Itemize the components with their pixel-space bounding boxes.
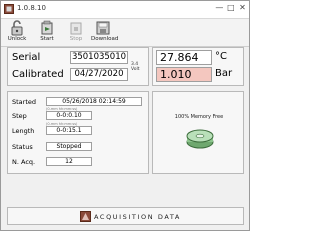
nacq-label: N. Acq. xyxy=(12,158,36,166)
length-label: Length xyxy=(12,127,35,135)
maximize-button[interactable]: □ xyxy=(226,3,235,12)
pressure-unit: Bar xyxy=(215,68,233,79)
download-label: Download xyxy=(91,36,119,42)
acquisition-panel: Started 05/26/2018 02:14:59 Step (0-mm h… xyxy=(7,91,149,174)
download-icon xyxy=(96,21,110,35)
started-label: Started xyxy=(12,98,37,106)
step-label: Step xyxy=(12,112,27,120)
stop-icon xyxy=(70,22,82,35)
stop-label: Stop xyxy=(69,36,83,42)
readings-panel: 27.864 °C 1.010 Bar xyxy=(152,47,244,86)
unlock-icon xyxy=(11,20,23,36)
start-icon xyxy=(41,20,53,35)
started-field[interactable]: 05/26/2018 02:14:59 xyxy=(46,97,142,106)
footer-text: ACQUISITION DATA xyxy=(94,213,181,221)
serial-label: Serial xyxy=(12,52,41,63)
status-value: Stopped xyxy=(46,142,92,151)
serial-value: 3501035010 xyxy=(70,51,128,64)
temperature-value: 27.864 xyxy=(156,50,212,65)
memory-free-text: 100% Memory Free xyxy=(174,114,224,120)
status-label: Status xyxy=(12,143,33,151)
footer-panel: ACQUISITION DATA xyxy=(7,207,244,225)
toolbar: Unlock Start Stop Download xyxy=(1,19,249,47)
calibrated-value: 04/27/2020 xyxy=(70,68,128,81)
start-button[interactable]: Start xyxy=(35,20,59,45)
memory-panel: 100% Memory Free xyxy=(152,91,244,174)
unlock-button[interactable]: Unlock xyxy=(5,20,29,45)
step-field[interactable]: 0-0:0.10 xyxy=(46,111,92,120)
stop-button[interactable]: Stop xyxy=(64,20,88,45)
app-window: 1.0.8.10 — □ ✕ Unlock Start Stop Downloa… xyxy=(0,0,250,231)
pressure-value: 1.010 xyxy=(156,67,212,82)
start-label: Start xyxy=(40,36,54,42)
nacq-value: 12 xyxy=(46,157,92,166)
firmware-label: 3.4 Volt xyxy=(131,62,140,72)
device-info-panel: Serial 3501035010 3.4 Volt Calibrated 04… xyxy=(7,47,149,86)
logo-icon xyxy=(80,211,91,222)
download-button[interactable]: Download xyxy=(91,20,119,45)
app-icon xyxy=(4,4,14,14)
length-field[interactable]: 0-0:15.1 xyxy=(46,126,92,135)
window-title: 1.0.8.10 xyxy=(17,4,46,12)
close-button[interactable]: ✕ xyxy=(238,3,247,12)
unlock-label: Unlock xyxy=(7,36,27,42)
temperature-unit: °C xyxy=(215,51,227,62)
minimize-button[interactable]: — xyxy=(215,3,224,12)
calibrated-label: Calibrated xyxy=(12,69,64,80)
memory-disk-icon xyxy=(186,129,214,149)
title-bar: 1.0.8.10 — □ ✕ xyxy=(1,1,249,19)
